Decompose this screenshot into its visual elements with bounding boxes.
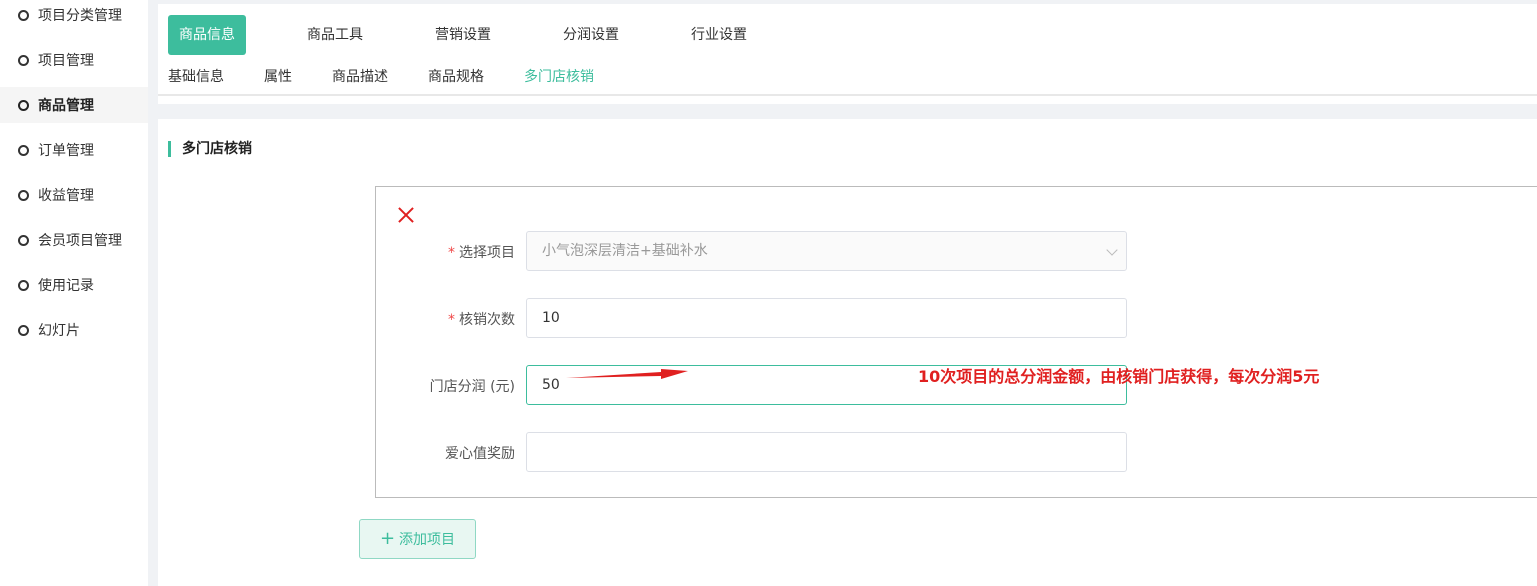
project-card: * 选择项目 小气泡深层清洁+基础补水 * 核销次数 10 门店分润 (元) 50 … [375, 186, 1537, 498]
circle-icon [18, 234, 29, 246]
sidebar-item-orders[interactable]: 订单管理 [0, 132, 148, 168]
sidebar-item-income[interactable]: 收益管理 [0, 177, 148, 213]
sidebar-item-label: 项目管理 [38, 53, 94, 69]
content-panel: 多门店核销 * 选择项目 小气泡深层清洁+基础补水 * 核销次数 10 门店分润 (… [158, 119, 1537, 586]
sidebar-item-projects[interactable]: 项目管理 [0, 42, 148, 78]
circle-icon [18, 144, 29, 156]
tab-marketing-settings[interactable]: 营销设置 [424, 15, 502, 55]
sidebar-item-label: 使用记录 [38, 278, 94, 294]
subtab-attributes[interactable]: 属性 [264, 66, 292, 96]
reward-input[interactable] [526, 432, 1127, 472]
tabs-panel: 商品信息 商品工具 营销设置 分润设置 行业设置 基础信息 属性 商品描述 商品… [158, 4, 1537, 104]
sidebar: 项目分类管理 项目管理 商品管理 订单管理 收益管理 会员项目管理 使用记录 幻… [0, 0, 148, 586]
circle-icon [18, 189, 29, 201]
profit-label: 门店分润 (元) [429, 379, 515, 395]
add-project-button[interactable]: + 添加项目 [359, 519, 476, 559]
sidebar-item-label: 会员项目管理 [38, 233, 122, 249]
sidebar-item-usage-records[interactable]: 使用记录 [0, 267, 148, 303]
subtab-basic-info[interactable]: 基础信息 [168, 66, 224, 96]
circle-icon [18, 99, 29, 111]
tab-industry-settings[interactable]: 行业设置 [680, 15, 758, 55]
sidebar-item-member-projects[interactable]: 会员项目管理 [0, 222, 148, 258]
section-title: 多门店核销 [168, 141, 252, 157]
subtab-description[interactable]: 商品描述 [332, 66, 388, 96]
required-mark: * [448, 312, 455, 328]
project-label: * 选择项目 [448, 245, 515, 261]
sidebar-item-label: 项目分类管理 [38, 8, 122, 24]
project-select[interactable]: 小气泡深层清洁+基础补水 [526, 231, 1127, 271]
close-icon[interactable] [398, 207, 414, 223]
circle-icon [18, 54, 29, 66]
reward-label: 爱心值奖励 [445, 446, 515, 462]
circle-icon [18, 324, 29, 336]
count-input[interactable]: 10 [526, 298, 1127, 338]
sidebar-item-label: 订单管理 [38, 143, 94, 159]
annotation-text: 10次项目的总分润金额，由核销门店获得，每次分润5元 [918, 367, 1320, 386]
subtab-specs[interactable]: 商品规格 [428, 66, 484, 96]
tab-goods-tools[interactable]: 商品工具 [296, 15, 374, 55]
circle-icon [18, 9, 29, 21]
arrow-icon [566, 369, 688, 379]
circle-icon [18, 279, 29, 291]
subtab-multi-store[interactable]: 多门店核销 [524, 66, 594, 96]
required-mark: * [448, 245, 455, 261]
tab-goods-info[interactable]: 商品信息 [168, 15, 246, 55]
sidebar-item-category[interactable]: 项目分类管理 [0, 0, 148, 33]
plus-icon: + [379, 528, 396, 549]
count-label: * 核销次数 [448, 312, 515, 328]
sidebar-item-slides[interactable]: 幻灯片 [0, 312, 148, 348]
sidebar-item-goods[interactable]: 商品管理 [0, 87, 148, 123]
tab-profit-settings[interactable]: 分润设置 [552, 15, 630, 55]
subtab-divider [158, 94, 1537, 96]
sidebar-item-label: 商品管理 [38, 98, 94, 114]
sidebar-item-label: 收益管理 [38, 188, 94, 204]
chevron-down-icon [1106, 244, 1118, 256]
sidebar-item-label: 幻灯片 [38, 323, 80, 339]
